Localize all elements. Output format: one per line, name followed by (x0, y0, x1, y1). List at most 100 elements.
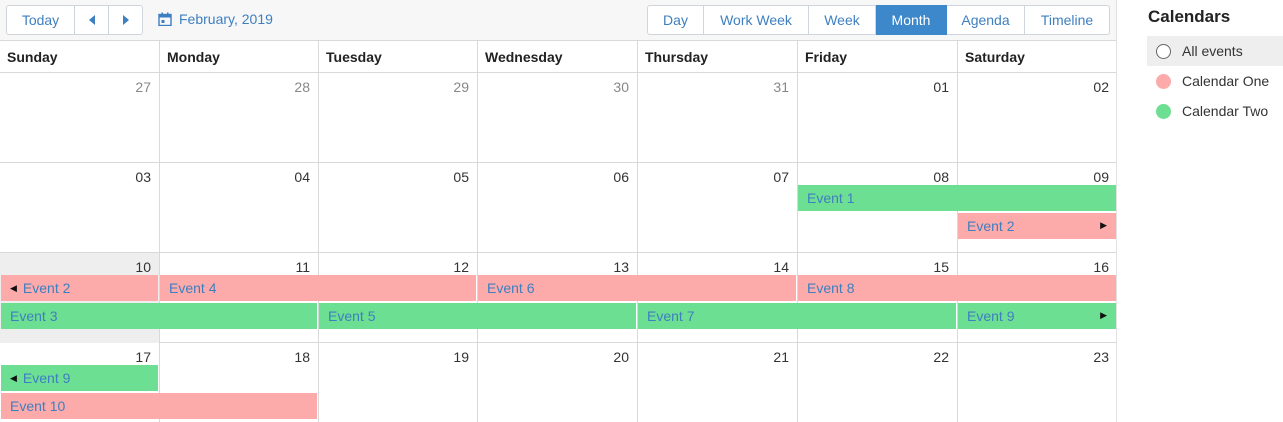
color-dot-icon (1156, 73, 1171, 89)
day-cell[interactable]: 19 (318, 343, 477, 422)
day-cell[interactable]: 31 (637, 73, 797, 163)
event-event-9[interactable]: ◀ Event 9 (1, 365, 158, 391)
day-number: 12 (453, 259, 469, 275)
day-number: 15 (933, 259, 949, 275)
calendars-panel: Calendars All events Calendar One Calend… (1117, 0, 1283, 422)
day-cell[interactable]: 03 (0, 163, 159, 253)
day-number: 20 (613, 349, 629, 365)
day-number: 09 (1093, 169, 1109, 185)
view-switcher: Day Work Week Week Month Agenda Timeline (647, 5, 1110, 35)
day-cell[interactable]: 30 (477, 73, 637, 163)
day-number: 03 (135, 169, 151, 185)
event-event-5[interactable]: Event 5 (319, 303, 636, 329)
date-picker[interactable]: February, 2019 (158, 11, 273, 27)
view-agenda-button[interactable]: Agenda (947, 5, 1025, 35)
calendars-title: Calendars (1148, 7, 1231, 26)
day-cell[interactable]: 04 (159, 163, 318, 253)
color-dot-icon (1156, 103, 1171, 119)
event-event-8[interactable]: Event 8 (798, 275, 1116, 301)
calendar-item-calendar-two[interactable]: Calendar Two (1147, 96, 1283, 126)
day-number: 05 (453, 169, 469, 185)
day-cell[interactable]: 29 (318, 73, 477, 163)
next-button[interactable] (108, 5, 143, 35)
event-event-10[interactable]: Event 10 (1, 393, 317, 419)
chevron-left-icon (88, 15, 95, 25)
event-label: Event 10 (10, 398, 66, 414)
day-number: 04 (294, 169, 310, 185)
day-number: 31 (773, 79, 789, 95)
event-label: Event 5 (328, 308, 376, 324)
day-number: 28 (294, 79, 310, 95)
day-number: 01 (933, 79, 949, 95)
day-cell[interactable]: 27 (0, 73, 159, 163)
chevron-right-icon (122, 15, 129, 25)
event-event-7[interactable]: Event 7 (638, 303, 956, 329)
weekday-header-saturday: Saturday (957, 41, 1117, 72)
day-number: 22 (933, 349, 949, 365)
event-label: Event 8 (807, 280, 855, 296)
continued-left-icon: ◀ (10, 372, 17, 383)
weekday-header-sunday: Sunday (7, 49, 58, 65)
weekday-header-tuesday: Tuesday (318, 41, 477, 72)
day-number: 13 (613, 259, 629, 275)
day-number: 16 (1093, 259, 1109, 275)
day-number: 23 (1093, 349, 1109, 365)
event-event-1[interactable]: Event 1 (798, 185, 1116, 211)
calendar-item-label: Calendar One (1182, 73, 1270, 89)
day-cell[interactable]: 05 (318, 163, 477, 253)
current-date-label: February, 2019 (179, 11, 273, 27)
calendar-item-label: All events (1182, 43, 1243, 59)
event-event-2[interactable]: ◀ Event 2 (1, 275, 158, 301)
event-event-2[interactable]: Event 2 ▶ (958, 213, 1116, 239)
day-number: 27 (135, 79, 151, 95)
event-label: Event 6 (487, 280, 535, 296)
weekday-header-friday: Friday (797, 41, 957, 72)
day-number: 07 (773, 169, 789, 185)
day-cell[interactable]: 23 (957, 343, 1117, 422)
day-number: 08 (933, 169, 949, 185)
continues-right-icon: ▶ (1100, 310, 1107, 320)
day-number: 18 (294, 349, 310, 365)
continues-right-icon: ▶ (1100, 220, 1107, 230)
day-number: 02 (1093, 79, 1109, 95)
view-timeline-button[interactable]: Timeline (1025, 5, 1110, 35)
day-cell[interactable]: 06 (477, 163, 637, 253)
weekday-header-thursday: Thursday (637, 41, 797, 72)
calendar-item-calendar-one[interactable]: Calendar One (1147, 66, 1283, 96)
event-event-4[interactable]: Event 4 (160, 275, 476, 301)
weekday-header-monday: Monday (159, 41, 318, 72)
previous-button[interactable] (74, 5, 109, 35)
today-button[interactable]: Today (6, 5, 75, 35)
event-label: Event 9 (967, 308, 1015, 324)
day-cell[interactable]: 02 (957, 73, 1117, 163)
view-day-button[interactable]: Day (647, 5, 704, 35)
day-number: 17 (135, 349, 151, 365)
view-week-button[interactable]: Week (809, 5, 876, 35)
day-number: 14 (773, 259, 789, 275)
calendar-item-all-events[interactable]: All events (1147, 36, 1283, 66)
calendar-icon (158, 12, 172, 26)
scheduler-toolbar: Today February, 2019 Day Work Week Week … (0, 0, 1117, 40)
event-event-3[interactable]: Event 3 (1, 303, 317, 329)
event-label: Event 7 (647, 308, 695, 324)
month-grid: Sunday Monday Tuesday Wednesday Thursday Frid… (0, 40, 1117, 422)
day-number: 30 (613, 79, 629, 95)
day-cell[interactable]: 22 (797, 343, 957, 422)
day-number: 19 (453, 349, 469, 365)
calendar-item-label: Calendar Two (1182, 103, 1269, 119)
event-label: Event 1 (807, 190, 855, 206)
day-number: 21 (773, 349, 789, 365)
day-number: 06 (613, 169, 629, 185)
event-label: Event 9 (22, 370, 71, 386)
event-label: Event 3 (10, 308, 58, 324)
event-event-9[interactable]: Event 9 ▶ (958, 303, 1116, 329)
day-cell[interactable]: 01 (797, 73, 957, 163)
day-cell[interactable]: 07 (637, 163, 797, 253)
day-cell[interactable]: 21 (637, 343, 797, 422)
view-work-week-button[interactable]: Work Week (704, 5, 809, 35)
event-event-6[interactable]: Event 6 (478, 275, 796, 301)
day-cell[interactable]: 20 (477, 343, 637, 422)
day-cell[interactable]: 28 (159, 73, 318, 163)
weekday-header-wednesday: Wednesday (477, 41, 637, 72)
view-month-button[interactable]: Month (876, 5, 947, 35)
